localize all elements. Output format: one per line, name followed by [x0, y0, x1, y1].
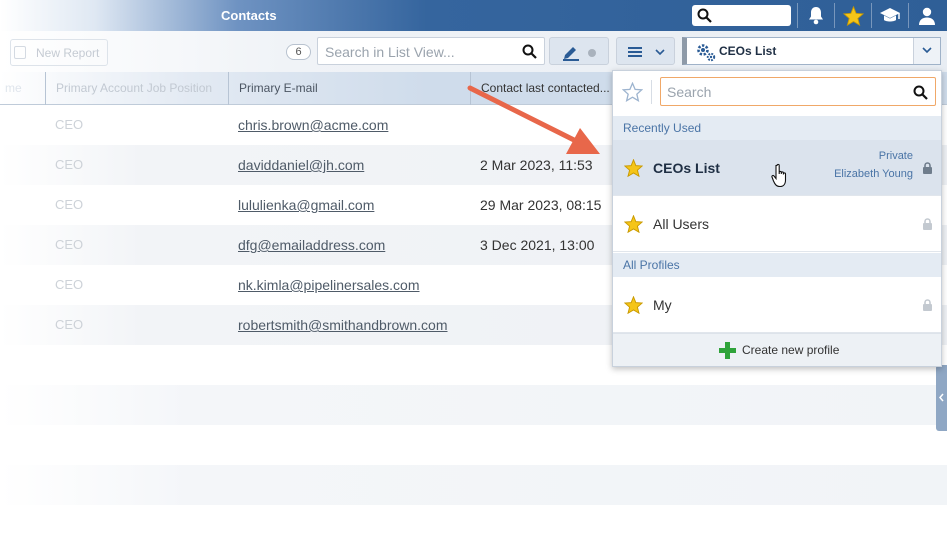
- last-contacted-cell: 29 Mar 2023, 08:15: [480, 197, 602, 213]
- star-icon: [624, 296, 643, 314]
- record-count-badge: 6: [286, 44, 311, 60]
- job-position-cell: CEO: [55, 157, 84, 172]
- profile-item-label: All Users: [653, 216, 710, 232]
- lock-icon: [923, 218, 932, 230]
- section-all-profiles: All Profiles: [613, 253, 941, 277]
- job-position-cell: CEO: [55, 117, 84, 132]
- chevron-down-icon: [655, 49, 665, 56]
- search-icon: [522, 44, 537, 59]
- profile-item-label: CEOs List: [653, 160, 720, 176]
- report-icon: [14, 46, 26, 59]
- global-search-input[interactable]: [692, 5, 791, 26]
- profile-item-all-users[interactable]: All Users: [613, 196, 941, 252]
- toggle-dot-icon: [588, 49, 596, 57]
- email-link[interactable]: lululienka@gmail.com: [238, 185, 374, 225]
- gears-icon: [697, 44, 716, 62]
- graduation-cap-icon: [880, 7, 900, 21]
- new-report-label: New Report: [36, 46, 100, 60]
- top-navigation-bar: Contacts: [0, 0, 947, 31]
- profile-dropdown-toggle[interactable]: [913, 38, 940, 64]
- side-panel-toggle[interactable]: [936, 365, 947, 431]
- list-view-search-input[interactable]: Search in List View...: [317, 37, 545, 65]
- profile-owner: Elizabeth Young: [834, 168, 913, 180]
- search-icon: [913, 85, 928, 100]
- view-options-button[interactable]: [616, 37, 675, 65]
- bell-icon: [809, 7, 823, 25]
- chevron-down-icon: [922, 47, 932, 54]
- section-recently-used: Recently Used: [613, 116, 941, 140]
- star-icon: [842, 5, 864, 26]
- page-title: Contacts: [221, 8, 277, 23]
- profile-visibility: Private: [878, 150, 913, 162]
- email-link[interactable]: daviddaniel@jh.com: [238, 145, 364, 185]
- email-link[interactable]: nk.kimla@pipelinersales.com: [238, 265, 420, 305]
- favorites-button[interactable]: [835, 0, 871, 31]
- create-new-profile-button[interactable]: Create new profile: [613, 333, 941, 366]
- column-header-primary-email[interactable]: Primary E-mail: [228, 72, 470, 105]
- column-header-name[interactable]: me: [0, 72, 45, 105]
- lock-icon: [923, 299, 932, 311]
- job-position-cell: CEO: [55, 197, 84, 212]
- job-position-cell: CEO: [55, 237, 84, 252]
- profile-selector[interactable]: CEOs List: [682, 37, 941, 65]
- user-profile-button[interactable]: [909, 0, 945, 31]
- email-link[interactable]: chris.brown@acme.com: [238, 105, 388, 145]
- list-toolbar: New Report 6 Search in List View... CEOs…: [0, 31, 947, 72]
- column-header-job-position[interactable]: Primary Account Job Position: [45, 72, 228, 105]
- empty-row-band: [0, 465, 947, 505]
- hamburger-icon: [628, 47, 642, 57]
- academy-button[interactable]: [872, 0, 908, 31]
- profile-search-placeholder: Search: [667, 84, 712, 100]
- pen-icon: [563, 47, 579, 61]
- profile-item-label: My: [653, 297, 672, 313]
- email-link[interactable]: robertsmith@smithandbrown.com: [238, 305, 448, 345]
- hand-cursor-icon: [771, 163, 787, 188]
- job-position-cell: CEO: [55, 277, 84, 292]
- user-icon: [919, 7, 935, 25]
- divider: [651, 80, 652, 104]
- plus-icon: [719, 342, 736, 359]
- star-outline-icon[interactable]: [622, 82, 643, 102]
- search-placeholder: Search in List View...: [325, 44, 455, 60]
- job-position-cell: CEO: [55, 317, 84, 332]
- lock-icon: [923, 162, 932, 174]
- last-contacted-cell: 3 Dec 2021, 13:00: [480, 237, 595, 253]
- new-report-button[interactable]: New Report: [10, 39, 108, 66]
- profile-item-my[interactable]: My: [613, 277, 941, 333]
- bulk-edit-button[interactable]: [549, 37, 609, 65]
- star-icon: [624, 215, 643, 233]
- notifications-button[interactable]: [798, 0, 834, 31]
- empty-row-band: [0, 385, 947, 425]
- annotation-arrow-icon: [467, 85, 600, 154]
- profile-selected-label: CEOs List: [719, 44, 777, 58]
- email-link[interactable]: dfg@emailaddress.com: [238, 225, 385, 265]
- profile-search-input[interactable]: Search: [660, 77, 936, 106]
- star-icon: [624, 159, 643, 177]
- profile-dropdown: Search Recently Used CEOs List Private E…: [612, 70, 942, 367]
- search-icon: [697, 8, 712, 23]
- create-new-profile-label: Create new profile: [742, 343, 840, 357]
- chevron-left-icon: [939, 393, 944, 402]
